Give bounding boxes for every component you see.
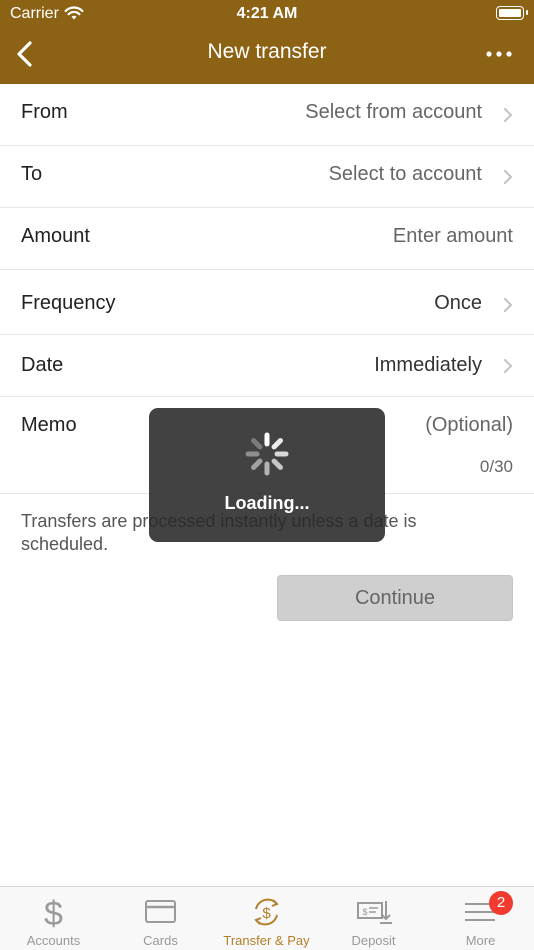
continue-button[interactable]: Continue — [277, 575, 513, 621]
memo-label: Memo — [21, 414, 77, 436]
date-value: Immediately — [374, 354, 482, 376]
tab-cards[interactable]: Cards — [107, 887, 214, 950]
svg-text:$: $ — [262, 905, 271, 922]
tab-deposit[interactable]: $ Deposit — [320, 887, 427, 950]
memo-char-count: 0/30 — [479, 457, 513, 476]
to-value: Select to account — [328, 163, 482, 185]
from-value: Select from account — [305, 101, 482, 123]
frequency-value: Once — [434, 292, 482, 314]
to-row[interactable]: To Select to account — [0, 146, 534, 208]
tab-more[interactable]: More — [427, 887, 534, 950]
card-icon — [145, 900, 176, 923]
amount-row[interactable]: Amount Enter amount — [0, 208, 534, 270]
date-row[interactable]: Date Immediately — [0, 335, 534, 397]
notification-badge: 2 — [489, 891, 513, 915]
check-deposit-icon: $ — [357, 901, 392, 924]
tab-accounts[interactable]: $ Accounts — [0, 887, 107, 950]
to-label: To — [21, 163, 43, 185]
frequency-label: Frequency — [21, 292, 116, 314]
date-label: Date — [21, 354, 64, 376]
transfer-icon: $ — [254, 898, 279, 926]
from-label: From — [21, 101, 68, 123]
tab-label: Accounts — [26, 933, 81, 948]
battery-icon — [496, 6, 528, 20]
svg-text:$: $ — [44, 895, 63, 929]
amount-input[interactable]: Enter amount — [393, 225, 513, 248]
chevron-right-icon — [504, 108, 513, 122]
chevron-right-icon — [504, 359, 513, 373]
loading-overlay: Loading... — [149, 408, 385, 542]
chevron-right-icon — [504, 170, 513, 184]
frequency-row[interactable]: Frequency Once — [0, 270, 534, 335]
ellipsis-icon[interactable] — [484, 40, 514, 68]
status-bar: Carrier 4:21 AM — [0, 0, 534, 28]
svg-text:$: $ — [362, 907, 367, 917]
from-row[interactable]: From Select from account — [0, 84, 534, 146]
top-header: Carrier 4:21 AM New transfer — [0, 0, 534, 84]
amount-label: Amount — [21, 225, 90, 247]
tab-label: Deposit — [351, 933, 396, 948]
tab-transfer-pay[interactable]: $ Transfer & Pay — [213, 887, 320, 950]
status-time: 4:21 AM — [236, 5, 298, 22]
tab-bar: $ Accounts Cards $ Transfer & Pay $ Depo… — [0, 886, 534, 950]
dollar-icon: $ — [44, 895, 63, 929]
loading-label: Loading... — [224, 493, 310, 513]
spinner-icon — [245, 432, 289, 476]
tab-label: More — [465, 933, 496, 948]
page-title: New transfer — [207, 40, 327, 63]
tab-label: Transfer & Pay — [223, 933, 310, 948]
tab-label: Cards — [143, 933, 178, 948]
memo-input[interactable]: (Optional) — [425, 414, 513, 437]
menu-icon — [465, 903, 495, 921]
chevron-right-icon — [504, 298, 513, 312]
